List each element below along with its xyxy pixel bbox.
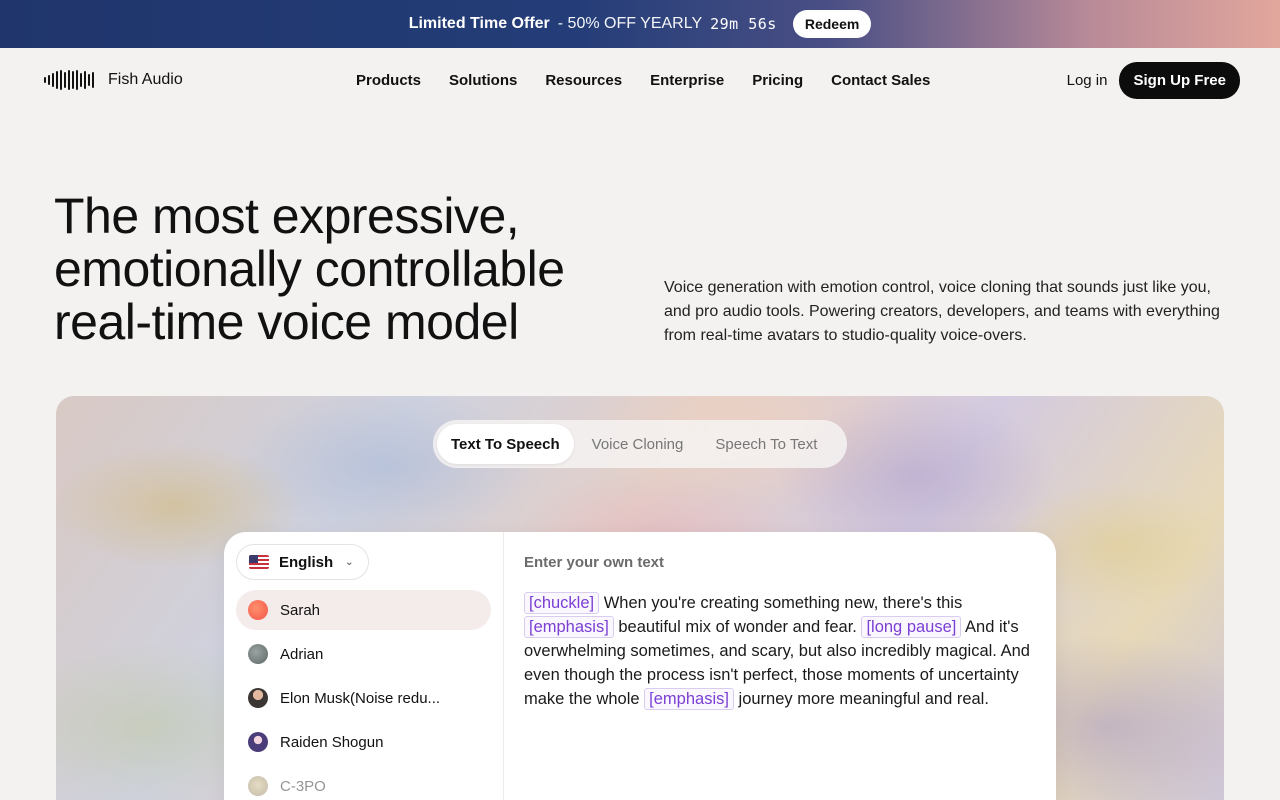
- emotion-tag: [chuckle]: [524, 592, 600, 614]
- hero-title-line: real-time voice model: [54, 294, 519, 350]
- signup-button[interactable]: Sign Up Free: [1119, 61, 1240, 99]
- fish-audio-logo-icon: [44, 69, 94, 91]
- prompt-label: Enter your own text: [524, 554, 665, 571]
- voice-item-sarah[interactable]: Sarah: [236, 590, 491, 630]
- promo-deal: - 50% OFF YEARLY: [557, 15, 703, 32]
- hero-title-line: The most expressive,: [54, 188, 520, 244]
- promo-countdown: 29m 56s: [710, 15, 777, 33]
- prompt-text-segment: journey more meaningful and real.: [733, 690, 989, 708]
- elon-avatar-icon: [248, 688, 268, 708]
- brand-name: Fish Audio: [108, 71, 183, 88]
- product-tabs: Text To Speech Voice Cloning Speech To T…: [433, 420, 847, 468]
- emotion-tag: [long pause]: [861, 616, 962, 638]
- nav-actions: Log in Sign Up Free: [1067, 61, 1240, 99]
- voice-name: C-3PO: [280, 777, 326, 795]
- us-flag-icon: [249, 555, 269, 569]
- voice-item-raiden-shogun[interactable]: Raiden Shogun: [236, 722, 491, 762]
- nav-link-enterprise[interactable]: Enterprise: [650, 72, 724, 89]
- voice-item-elon-musk[interactable]: Elon Musk(Noise redu...: [236, 678, 491, 718]
- voice-name: Adrian: [280, 645, 324, 663]
- voice-item-c3po[interactable]: C-3PO: [236, 766, 491, 800]
- voice-list: Sarah Adrian Elon Musk(Noise redu... Rai…: [236, 590, 491, 800]
- language-label: English: [279, 553, 334, 571]
- nav-link-pricing[interactable]: Pricing: [752, 72, 803, 89]
- hero-title-line: emotionally controllable: [54, 241, 565, 297]
- top-nav: Fish Audio Products Solutions Resources …: [0, 48, 1280, 112]
- nav-link-resources[interactable]: Resources: [545, 72, 622, 89]
- nav-link-products[interactable]: Products: [356, 72, 421, 89]
- voice-name: Sarah: [280, 601, 321, 619]
- chevron-down-icon: ⌄: [345, 556, 354, 568]
- hero-subtitle: Voice generation with emotion control, v…: [664, 279, 1220, 344]
- promo-title: Limited Time Offer: [408, 15, 550, 32]
- login-link[interactable]: Log in: [1067, 72, 1108, 89]
- c3po-avatar-icon: [248, 776, 268, 796]
- sarah-avatar-icon: [248, 600, 268, 620]
- raiden-avatar-icon: [248, 732, 268, 752]
- tts-demo-card: English ⌄ Sarah Adrian Elon Musk(Noise r…: [224, 532, 1056, 800]
- prompt-text[interactable]: [chuckle] When you're creating something…: [524, 591, 1034, 711]
- voice-item-adrian[interactable]: Adrian: [236, 634, 491, 674]
- text-input-panel[interactable]: Enter your own text [chuckle] When you'r…: [524, 554, 1034, 711]
- tab-text-to-speech[interactable]: Text To Speech: [437, 424, 574, 464]
- redeem-button[interactable]: Redeem: [792, 10, 872, 38]
- nav-links: Products Solutions Resources Enterprise …: [356, 72, 930, 89]
- emotion-tag: [emphasis]: [644, 688, 734, 710]
- tab-speech-to-text[interactable]: Speech To Text: [701, 424, 831, 464]
- nav-link-contact-sales[interactable]: Contact Sales: [831, 72, 930, 89]
- voice-name: Elon Musk(Noise redu...: [280, 689, 441, 707]
- nav-link-solutions[interactable]: Solutions: [449, 72, 517, 89]
- adrian-avatar-icon: [248, 644, 268, 664]
- tab-voice-cloning[interactable]: Voice Cloning: [578, 424, 698, 464]
- voice-name: Raiden Shogun: [280, 733, 384, 751]
- emotion-tag: [emphasis]: [524, 616, 614, 638]
- brand-link[interactable]: Fish Audio: [44, 69, 183, 91]
- prompt-text-segment: When you're creating something new, ther…: [599, 594, 963, 612]
- voice-panel: English ⌄ Sarah Adrian Elon Musk(Noise r…: [224, 532, 504, 800]
- promo-banner: Limited Time Offer - 50% OFF YEARLY 29m …: [0, 0, 1280, 48]
- prompt-text-segment: beautiful mix of wonder and fear.: [613, 618, 862, 636]
- hero-title: The most expressive, emotionally control…: [54, 190, 634, 349]
- language-select[interactable]: English ⌄: [236, 544, 369, 580]
